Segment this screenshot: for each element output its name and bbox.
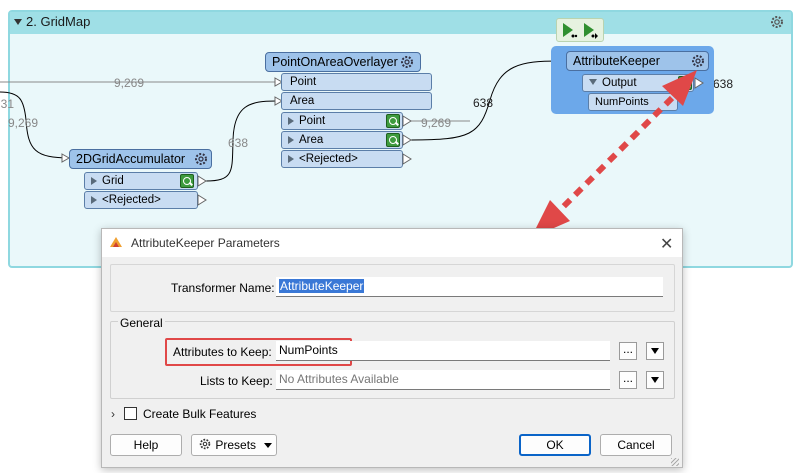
lists-to-keep-field[interactable]: No Attributes Available bbox=[276, 370, 610, 390]
close-icon[interactable]: ✕ bbox=[660, 234, 673, 254]
attributes-to-keep-field[interactable]: NumPoints bbox=[276, 341, 610, 361]
transformer-name-label: Transformer Name: bbox=[171, 281, 275, 295]
attributes-dropdown-button[interactable] bbox=[646, 342, 664, 360]
dialog-title: AttributeKeeper Parameters bbox=[131, 236, 280, 250]
chevron-down-icon bbox=[264, 443, 273, 448]
fme-logo-icon bbox=[110, 237, 122, 247]
bulk-features-checkbox[interactable] bbox=[124, 407, 137, 420]
presets-label: Presets bbox=[215, 438, 257, 452]
help-button[interactable]: Help bbox=[110, 434, 182, 456]
attributes-ellipsis-button[interactable]: ... bbox=[619, 342, 637, 360]
presets-gear-icon bbox=[199, 438, 211, 450]
cancel-button[interactable]: Cancel bbox=[600, 434, 672, 456]
lists-dropdown-button[interactable] bbox=[646, 371, 664, 389]
attributes-to-keep-label: Attributes to Keep: bbox=[173, 345, 272, 359]
lists-ellipsis-button[interactable]: ... bbox=[619, 371, 637, 389]
general-group-label: General bbox=[118, 316, 165, 330]
bulk-features-label: Create Bulk Features bbox=[143, 407, 257, 421]
chevron-right-icon[interactable]: › bbox=[111, 407, 115, 421]
transformer-name-field[interactable]: AttributeKeeper bbox=[276, 277, 663, 297]
resize-grip[interactable] bbox=[671, 458, 679, 466]
ok-button[interactable]: OK bbox=[519, 434, 591, 456]
presets-button[interactable]: Presets bbox=[191, 434, 277, 456]
transformer-name-value: AttributeKeeper bbox=[279, 279, 365, 293]
lists-to-keep-label: Lists to Keep: bbox=[200, 374, 273, 388]
